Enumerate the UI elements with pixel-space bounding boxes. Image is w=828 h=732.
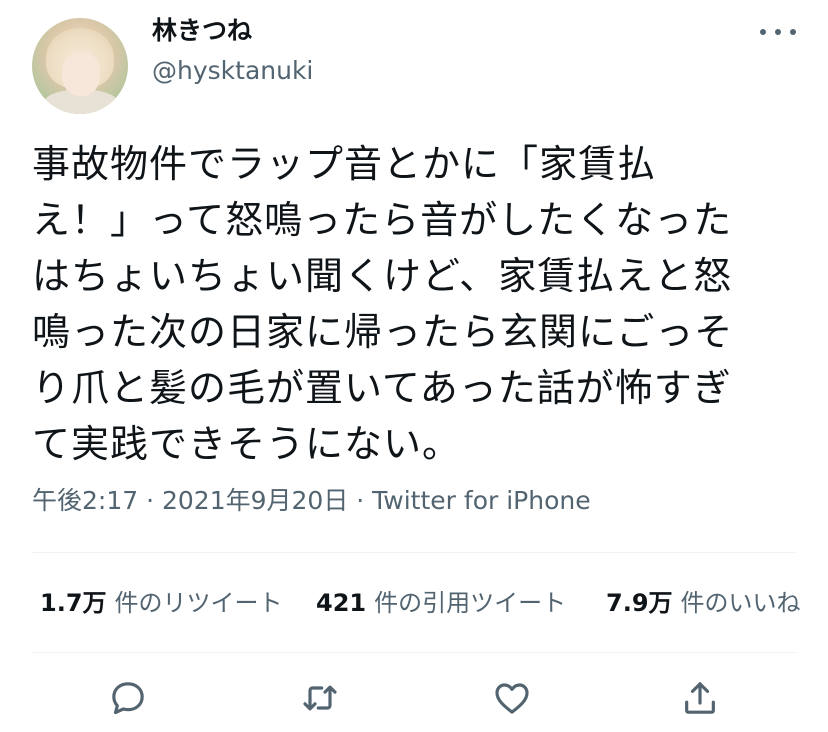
- tweet-text-line: 事故物件でラップ音とかに「家賃払: [32, 142, 657, 186]
- tweet-text-line: はちょいちょい聞くけど、家賃払えと怒: [32, 254, 733, 298]
- like-button[interactable]: [490, 676, 534, 720]
- avatar[interactable]: [32, 18, 128, 114]
- tweet-text: 事故物件でラップ音とかに「家賃払 え！」って怒鳴ったら音がしたくなった はちょい…: [32, 136, 802, 472]
- tweet-text-line: 鳴った次の日家に帰ったら玄関にごっそ: [32, 310, 734, 354]
- share-icon: [685, 682, 715, 714]
- retweet-stat[interactable]: 1.7万 件のリツイート: [40, 586, 283, 620]
- retweet-label: 件のリツイート: [114, 589, 283, 617]
- retweet-button[interactable]: [298, 676, 342, 720]
- heart-icon: [495, 683, 529, 714]
- display-name[interactable]: 林きつね: [152, 14, 252, 48]
- reply-button[interactable]: [106, 676, 150, 720]
- reply-icon: [112, 682, 144, 715]
- like-stat[interactable]: 7.9万 件のいいね: [606, 586, 801, 620]
- tweet-text-line: え！」って怒鳴ったら音がしたくなった: [32, 198, 733, 242]
- user-handle[interactable]: @hysktanuki: [152, 54, 313, 88]
- divider: [32, 652, 796, 653]
- share-button[interactable]: [678, 676, 722, 720]
- retweet-count: 1.7万: [40, 589, 107, 617]
- tweet-timestamp[interactable]: 午後2:17 · 2021年9月20日 · Twitter for iPhone: [32, 484, 591, 518]
- more-options-icon[interactable]: [760, 20, 796, 44]
- quote-count: 421: [316, 589, 367, 617]
- tweet-text-line: り爪と髪の毛が置いてあった話が怖すぎ: [32, 366, 732, 410]
- like-count: 7.9万: [606, 589, 673, 617]
- divider: [32, 552, 796, 553]
- retweet-icon: [303, 685, 337, 711]
- quote-label: 件の引用ツイート: [374, 589, 567, 617]
- tweet-text-line: て実践できそうにない。: [32, 422, 462, 466]
- quote-stat[interactable]: 421 件の引用ツイート: [316, 586, 566, 620]
- like-label: 件のいいね: [680, 589, 801, 617]
